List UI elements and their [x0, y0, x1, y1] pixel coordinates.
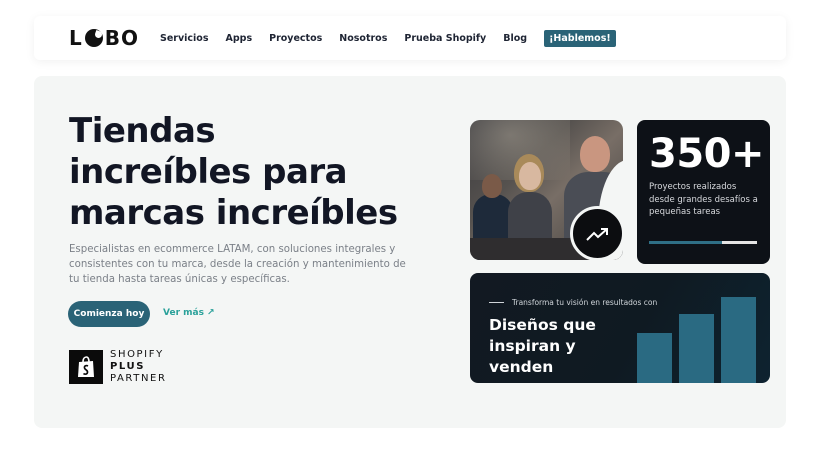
shopify-bag-icon: [69, 350, 103, 384]
shopify-partner-line1: SHOPIFY: [110, 349, 164, 360]
hablemos-button[interactable]: ¡Hablemos!: [544, 29, 616, 47]
progress-bar: [649, 241, 757, 244]
hero-subtitle: Especialistas en ecommerce LATAM, con so…: [69, 244, 406, 285]
page: L BO Servicios Apps Proyectos Nosotros Pr…: [0, 0, 820, 461]
trending-up-icon[interactable]: [570, 206, 625, 261]
person-figure: [482, 174, 502, 198]
kicker-divider: [489, 302, 504, 303]
person-figure: [519, 162, 541, 190]
shopify-plus-partner-badge: SHOPIFY PLUS PARTNER: [69, 349, 167, 385]
progress-bar-fill: [649, 241, 723, 244]
projects-description: Proyectos realizados desde grandes desaf…: [649, 182, 758, 217]
shopify-partner-text: SHOPIFY PLUS PARTNER: [110, 349, 167, 385]
hero-section: Tiendas increíbles para marcas increíble…: [34, 76, 786, 428]
growth-bars: [637, 273, 767, 383]
top-navbar: L BO Servicios Apps Proyectos Nosotros Pr…: [34, 16, 786, 60]
lobo-logo[interactable]: L BO: [69, 26, 160, 50]
nav-link-apps[interactable]: Apps: [226, 33, 253, 44]
growth-bar: [721, 297, 756, 383]
designs-kicker-text: Transforma tu visión en resultados con: [512, 298, 658, 307]
designs-kicker: Transforma tu visión en resultados con: [489, 298, 657, 307]
projects-stat-card: 350+ Proyectos realizados desde grandes …: [637, 120, 770, 264]
nav-link-prueba-shopify[interactable]: Prueba Shopify: [404, 33, 486, 44]
designs-card: Transforma tu visión en resultados con D…: [470, 273, 770, 383]
growth-bar: [679, 314, 714, 383]
person-figure: [580, 136, 610, 172]
designs-title: Diseños que inspiran y venden: [489, 316, 596, 376]
growth-bar: [637, 333, 672, 383]
nav-link-proyectos[interactable]: Proyectos: [269, 33, 322, 44]
nav-link-servicios[interactable]: Servicios: [160, 33, 209, 44]
comienza-hoy-button[interactable]: Comienza hoy: [68, 301, 150, 327]
nav-links: Servicios Apps Proyectos Nosotros Prueba…: [160, 29, 616, 47]
ver-mas-link[interactable]: Ver más ↗: [163, 308, 215, 318]
shopify-partner-line2: PLUS: [110, 361, 146, 372]
logo-mark-icon: [84, 29, 103, 47]
hero-title: Tiendas increíbles para marcas increíble…: [69, 111, 398, 233]
nav-link-blog[interactable]: Blog: [503, 33, 527, 44]
ver-mas-label: Ver más: [163, 308, 204, 318]
nav-link-nosotros[interactable]: Nosotros: [339, 33, 387, 44]
projects-count: 350+: [649, 131, 765, 177]
arrow-up-right-icon: ↗: [206, 308, 215, 318]
shopify-partner-line3: PARTNER: [110, 373, 167, 384]
